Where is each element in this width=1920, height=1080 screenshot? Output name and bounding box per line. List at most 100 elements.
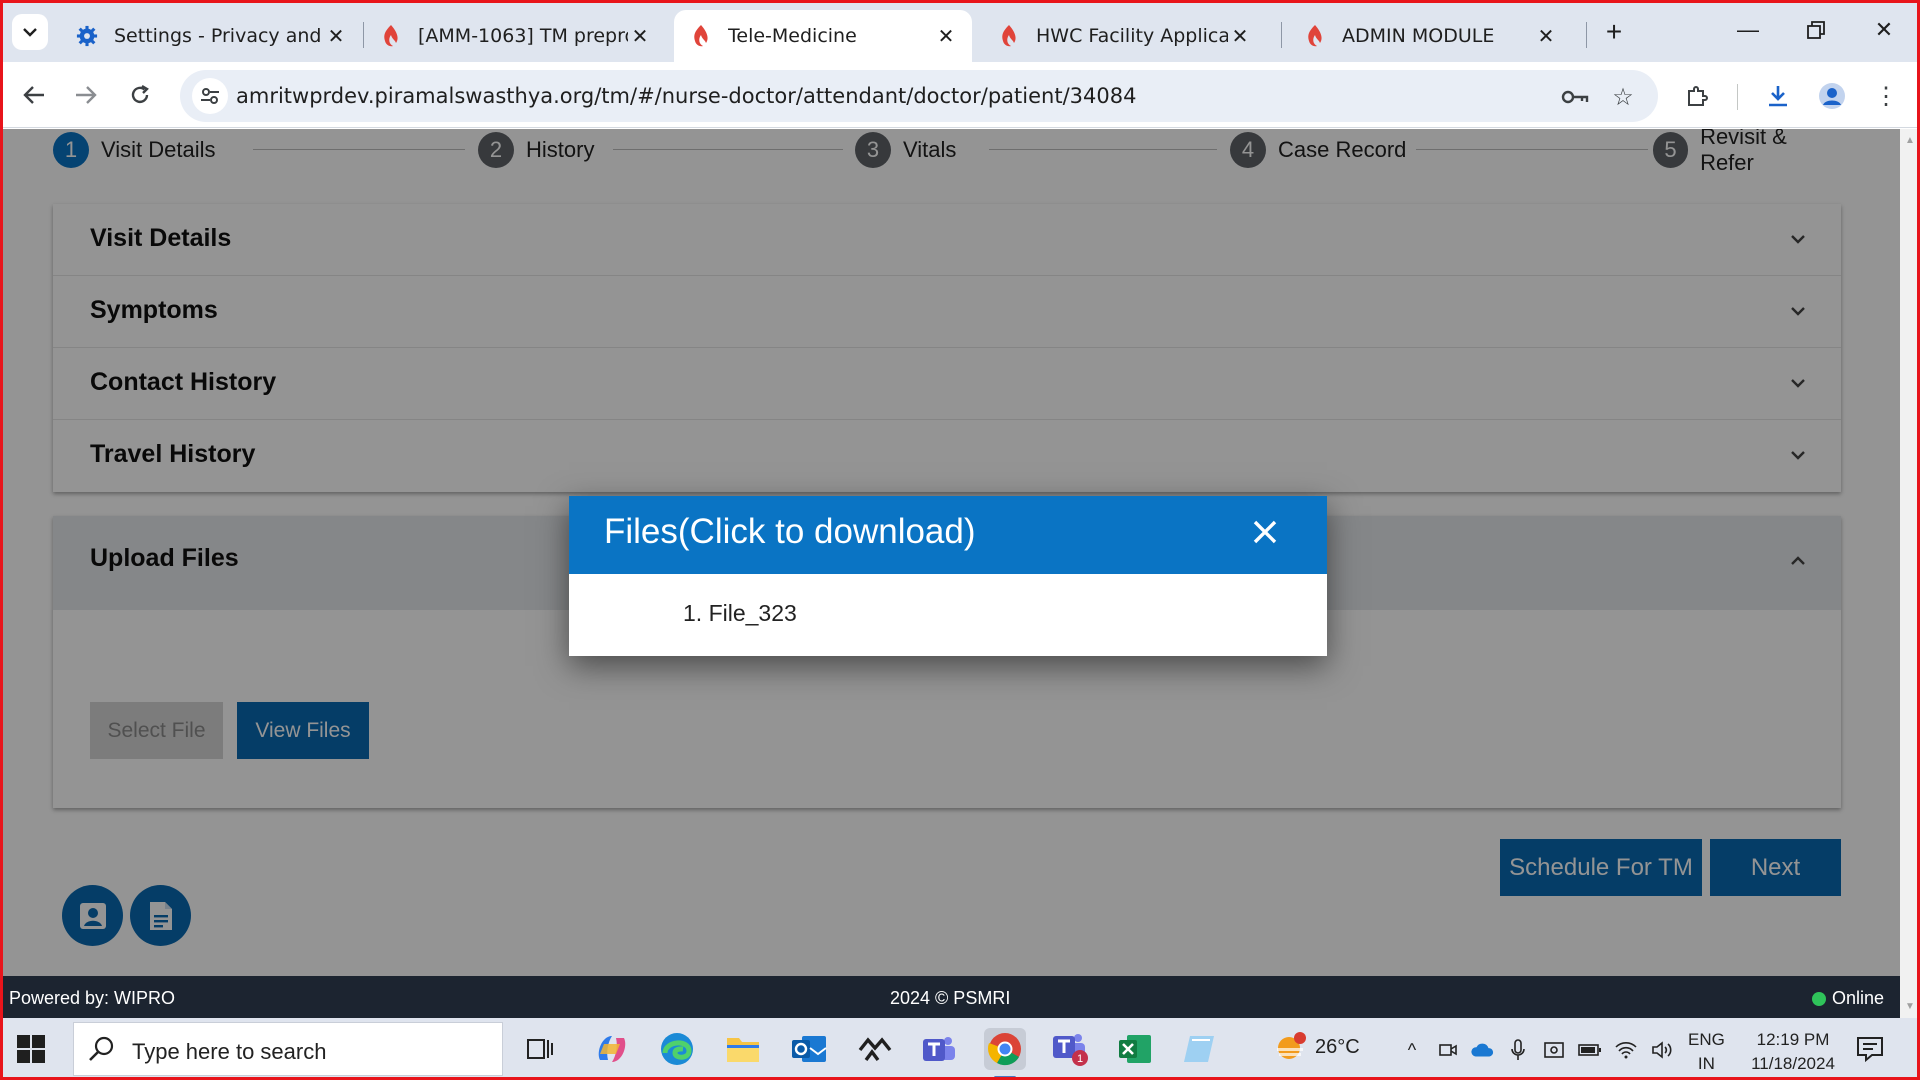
flame-icon [688,23,714,49]
tab-tele-medicine[interactable]: Tele-Medicine ✕ [674,10,972,62]
input-language[interactable]: ENG IN [1688,1028,1725,1076]
close-icon[interactable]: ✕ [934,24,958,48]
tab-title: ADMIN MODULE [1342,25,1495,47]
temperature-text: 26°C [1315,1035,1360,1058]
region-code: IN [1697,1054,1715,1073]
security-icon[interactable] [1542,1038,1566,1062]
url-text[interactable]: amritwprdev.piramalswasthya.org/tm/#/nur… [236,84,1136,108]
outlook-icon[interactable] [788,1028,830,1070]
arrow-right-icon [76,86,97,104]
taskbar-search-placeholder: Type here to search [132,1039,327,1064]
reload-button[interactable] [120,75,160,115]
scroll-down-arrow-icon[interactable]: ▼ [1904,1001,1916,1013]
team-viewer-like-icon[interactable] [854,1028,896,1070]
notepad-like-icon[interactable] [1178,1028,1220,1070]
notification-icon[interactable] [1856,1036,1884,1062]
powered-by-text: Powered by: WIPRO [9,988,176,1008]
edge-browser-icon[interactable] [656,1028,698,1070]
files-dialog: Files(Click to download) 1. File_323 [569,496,1327,656]
minimize-button[interactable]: — [1718,8,1778,52]
tab-title: Tele-Medicine [728,25,857,47]
close-dialog-button[interactable] [1245,512,1285,552]
close-icon[interactable]: ✕ [1228,24,1252,48]
address-bar[interactable]: amritwprdev.piramalswasthya.org/tm/#/nur… [180,70,1658,122]
extensions-puzzle-icon[interactable] [1680,78,1716,114]
online-dot-icon [1812,991,1826,1006]
active-app-indicator [994,1076,1016,1079]
tab-search-button[interactable] [12,14,48,50]
tab-title: Settings - Privacy and sec [114,25,324,47]
wifi-icon[interactable] [1614,1038,1638,1062]
browser-toolbar: amritwprdev.piramalswasthya.org/tm/#/nur… [0,62,1920,128]
chrome-icon[interactable] [984,1028,1026,1070]
close-icon [1253,520,1277,544]
volume-icon[interactable] [1650,1038,1674,1062]
files-dialog-header: Files(Click to download) [569,496,1327,574]
teams-icon[interactable] [918,1028,960,1070]
windows-start-icon[interactable] [16,1034,46,1064]
download-icon[interactable] [1760,78,1796,114]
page-scrollbar[interactable]: ▲ ▼ [1900,129,1920,1018]
close-window-button[interactable]: ✕ [1854,8,1914,52]
online-status-label: Online [1832,988,1885,1008]
close-icon[interactable]: ✕ [1534,24,1558,48]
weather-widget[interactable]: 26°C [1273,1032,1360,1062]
battery-icon[interactable] [1578,1038,1602,1062]
clock-date: 11/18/2024 [1751,1054,1835,1073]
tab-admin-module[interactable]: ADMIN MODULE ✕ [1288,10,1572,62]
chevron-up-icon[interactable]: ^ [1400,1038,1424,1062]
system-clock[interactable]: 12:19 PM 11/18/2024 [1742,1028,1844,1076]
meet-now-icon[interactable] [1436,1038,1460,1062]
tab-separator [1586,22,1587,48]
tab-title: HWC Facility Application [1036,25,1228,47]
task-view-icon[interactable] [519,1028,561,1070]
flame-icon [378,23,404,49]
profile-avatar-icon[interactable] [1814,78,1850,114]
onedrive-cloud-icon[interactable] [1470,1038,1494,1062]
plus-icon: + [1605,16,1623,47]
app-footer: Powered by: WIPRO 2024 © PSMRI Online [0,976,1900,1018]
minimize-icon: — [1737,17,1759,42]
copilot-icon[interactable] [591,1028,633,1070]
close-icon[interactable]: ✕ [628,24,652,48]
copyright-text: 2024 © PSMRI [890,988,1011,1008]
flame-icon [1302,23,1328,49]
password-key-icon[interactable] [1560,82,1590,112]
online-status: Online [1812,988,1884,1009]
teams-work-icon[interactable]: 1 [1050,1028,1092,1070]
tab-separator [1281,22,1282,48]
close-icon[interactable]: ✕ [324,24,348,48]
tab-title: [AMM-1063] TM preprod [418,25,628,47]
tab-amm-1063[interactable]: [AMM-1063] TM preprod ✕ [364,10,666,62]
restore-button[interactable] [1786,8,1846,52]
excel-icon[interactable] [1114,1028,1156,1070]
close-icon: ✕ [1874,17,1894,42]
file-download-link[interactable]: 1. File_323 [683,600,797,627]
forward-button[interactable] [66,75,106,115]
microphone-icon[interactable] [1506,1038,1530,1062]
reload-icon [131,84,149,104]
restore-icon [1807,21,1825,39]
gear-icon [74,23,100,49]
toolbar-divider [1737,84,1738,110]
chevron-down-icon [23,28,37,37]
browser-tab-strip: Settings - Privacy and sec ✕ [AMM-1063] … [0,0,1920,62]
taskbar-search[interactable]: Type here to search [73,1022,503,1076]
flame-icon [996,23,1022,49]
clock-time: 12:19 PM [1756,1030,1830,1049]
new-tab-button[interactable]: + [1598,16,1630,48]
teams-badge-count: 1 [1077,1053,1083,1065]
bookmark-star-icon[interactable]: ☆ [1608,82,1638,112]
tune-icon [201,88,219,104]
tab-settings[interactable]: Settings - Privacy and sec ✕ [60,10,362,62]
tab-hwc-facility[interactable]: HWC Facility Application ✕ [982,10,1266,62]
language-code: ENG [1688,1030,1725,1049]
files-dialog-title: Files(Click to download) [604,512,976,551]
site-info-button[interactable] [192,78,228,114]
more-vertical-icon[interactable]: ⋮ [1868,78,1904,114]
back-button[interactable] [14,75,54,115]
windows-taskbar: Type here to search 1 26°C ^ ENG IN 12:1… [0,1018,1920,1080]
scroll-up-arrow-icon[interactable]: ▲ [1904,135,1916,147]
weather-sun-icon [1277,1032,1306,1059]
file-explorer-icon[interactable] [722,1028,764,1070]
